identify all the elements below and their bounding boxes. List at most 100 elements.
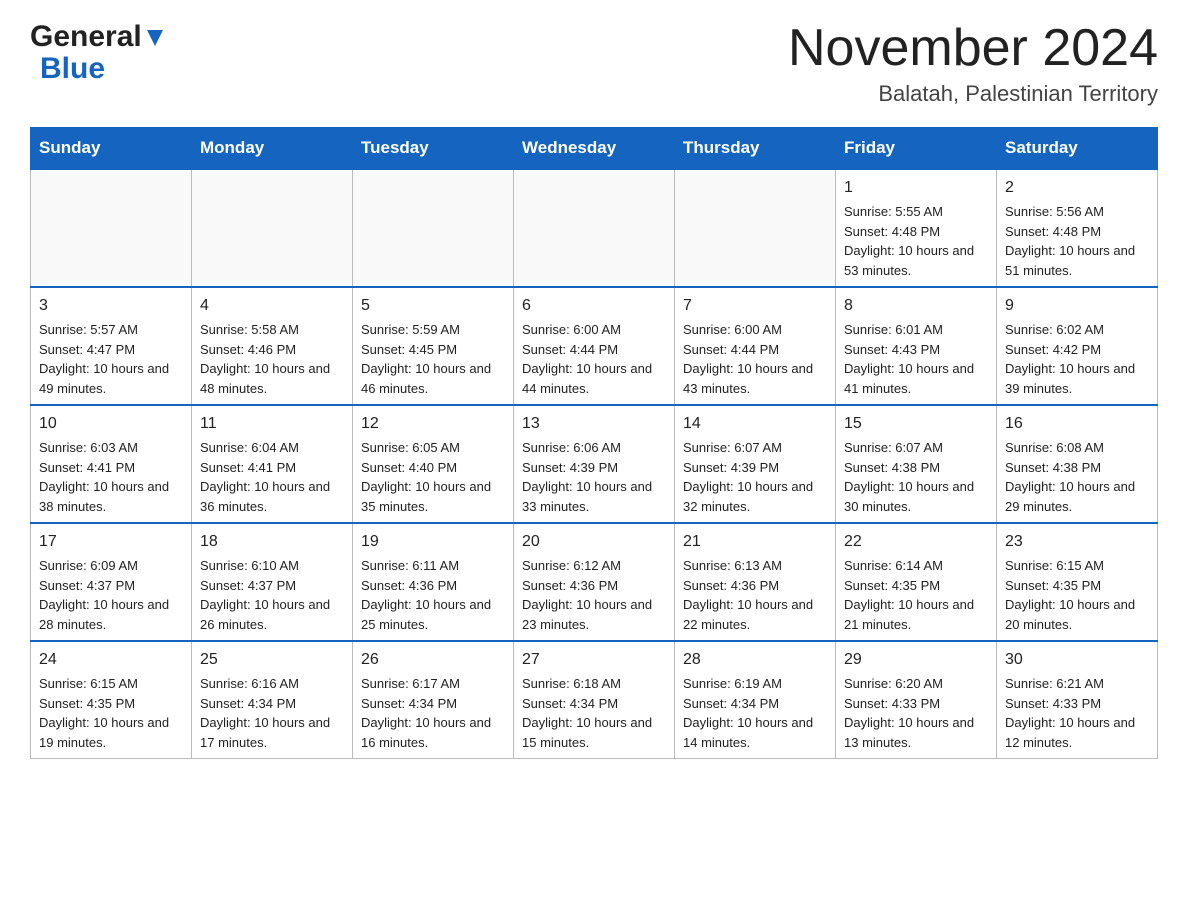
day-number: 11 <box>200 412 344 436</box>
day-info: Sunrise: 6:20 AM Sunset: 4:33 PM Dayligh… <box>844 674 988 752</box>
day-info: Sunrise: 6:04 AM Sunset: 4:41 PM Dayligh… <box>200 438 344 516</box>
day-info: Sunrise: 6:19 AM Sunset: 4:34 PM Dayligh… <box>683 674 827 752</box>
day-number: 2 <box>1005 176 1149 200</box>
calendar-cell: 18Sunrise: 6:10 AM Sunset: 4:37 PM Dayli… <box>192 523 353 641</box>
calendar-table: SundayMondayTuesdayWednesdayThursdayFrid… <box>30 127 1158 759</box>
day-info: Sunrise: 6:06 AM Sunset: 4:39 PM Dayligh… <box>522 438 666 516</box>
day-number: 25 <box>200 648 344 672</box>
calendar-cell: 15Sunrise: 6:07 AM Sunset: 4:38 PM Dayli… <box>836 405 997 523</box>
logo: General Blue <box>30 20 167 86</box>
day-number: 29 <box>844 648 988 672</box>
weekday-header-saturday: Saturday <box>997 128 1158 170</box>
day-info: Sunrise: 6:15 AM Sunset: 4:35 PM Dayligh… <box>39 674 183 752</box>
calendar-cell: 2Sunrise: 5:56 AM Sunset: 4:48 PM Daylig… <box>997 169 1158 287</box>
day-info: Sunrise: 6:10 AM Sunset: 4:37 PM Dayligh… <box>200 556 344 634</box>
day-info: Sunrise: 5:57 AM Sunset: 4:47 PM Dayligh… <box>39 320 183 398</box>
day-info: Sunrise: 6:05 AM Sunset: 4:40 PM Dayligh… <box>361 438 505 516</box>
calendar-cell: 3Sunrise: 5:57 AM Sunset: 4:47 PM Daylig… <box>31 287 192 405</box>
calendar-cell <box>353 169 514 287</box>
day-number: 26 <box>361 648 505 672</box>
day-info: Sunrise: 6:07 AM Sunset: 4:38 PM Dayligh… <box>844 438 988 516</box>
day-number: 15 <box>844 412 988 436</box>
calendar-cell: 6Sunrise: 6:00 AM Sunset: 4:44 PM Daylig… <box>514 287 675 405</box>
calendar-cell: 19Sunrise: 6:11 AM Sunset: 4:36 PM Dayli… <box>353 523 514 641</box>
calendar-cell: 14Sunrise: 6:07 AM Sunset: 4:39 PM Dayli… <box>675 405 836 523</box>
weekday-header-thursday: Thursday <box>675 128 836 170</box>
calendar-cell: 17Sunrise: 6:09 AM Sunset: 4:37 PM Dayli… <box>31 523 192 641</box>
calendar-cell <box>514 169 675 287</box>
calendar-cell: 21Sunrise: 6:13 AM Sunset: 4:36 PM Dayli… <box>675 523 836 641</box>
calendar-cell: 25Sunrise: 6:16 AM Sunset: 4:34 PM Dayli… <box>192 641 353 759</box>
weekday-header-row: SundayMondayTuesdayWednesdayThursdayFrid… <box>31 128 1158 170</box>
day-number: 4 <box>200 294 344 318</box>
day-number: 7 <box>683 294 827 318</box>
calendar-week-row: 3Sunrise: 5:57 AM Sunset: 4:47 PM Daylig… <box>31 287 1158 405</box>
calendar-cell: 8Sunrise: 6:01 AM Sunset: 4:43 PM Daylig… <box>836 287 997 405</box>
day-number: 27 <box>522 648 666 672</box>
calendar-cell: 20Sunrise: 6:12 AM Sunset: 4:36 PM Dayli… <box>514 523 675 641</box>
day-info: Sunrise: 5:55 AM Sunset: 4:48 PM Dayligh… <box>844 202 988 280</box>
day-number: 21 <box>683 530 827 554</box>
calendar-week-row: 10Sunrise: 6:03 AM Sunset: 4:41 PM Dayli… <box>31 405 1158 523</box>
calendar-cell: 1Sunrise: 5:55 AM Sunset: 4:48 PM Daylig… <box>836 169 997 287</box>
calendar-cell: 22Sunrise: 6:14 AM Sunset: 4:35 PM Dayli… <box>836 523 997 641</box>
calendar-cell: 13Sunrise: 6:06 AM Sunset: 4:39 PM Dayli… <box>514 405 675 523</box>
day-info: Sunrise: 6:18 AM Sunset: 4:34 PM Dayligh… <box>522 674 666 752</box>
day-number: 14 <box>683 412 827 436</box>
calendar-week-row: 1Sunrise: 5:55 AM Sunset: 4:48 PM Daylig… <box>31 169 1158 287</box>
day-info: Sunrise: 6:13 AM Sunset: 4:36 PM Dayligh… <box>683 556 827 634</box>
calendar-cell <box>675 169 836 287</box>
day-number: 22 <box>844 530 988 554</box>
calendar-cell: 12Sunrise: 6:05 AM Sunset: 4:40 PM Dayli… <box>353 405 514 523</box>
day-number: 9 <box>1005 294 1149 318</box>
day-number: 20 <box>522 530 666 554</box>
day-info: Sunrise: 6:00 AM Sunset: 4:44 PM Dayligh… <box>683 320 827 398</box>
day-number: 28 <box>683 648 827 672</box>
day-number: 3 <box>39 294 183 318</box>
calendar-cell: 10Sunrise: 6:03 AM Sunset: 4:41 PM Dayli… <box>31 405 192 523</box>
calendar-subtitle: Balatah, Palestinian Territory <box>788 81 1158 107</box>
day-number: 19 <box>361 530 505 554</box>
day-info: Sunrise: 6:00 AM Sunset: 4:44 PM Dayligh… <box>522 320 666 398</box>
weekday-header-wednesday: Wednesday <box>514 128 675 170</box>
day-number: 6 <box>522 294 666 318</box>
day-number: 1 <box>844 176 988 200</box>
weekday-header-monday: Monday <box>192 128 353 170</box>
weekday-header-friday: Friday <box>836 128 997 170</box>
day-number: 30 <box>1005 648 1149 672</box>
calendar-cell: 29Sunrise: 6:20 AM Sunset: 4:33 PM Dayli… <box>836 641 997 759</box>
day-number: 24 <box>39 648 183 672</box>
calendar-cell: 9Sunrise: 6:02 AM Sunset: 4:42 PM Daylig… <box>997 287 1158 405</box>
day-number: 16 <box>1005 412 1149 436</box>
calendar-cell: 16Sunrise: 6:08 AM Sunset: 4:38 PM Dayli… <box>997 405 1158 523</box>
day-number: 13 <box>522 412 666 436</box>
day-number: 12 <box>361 412 505 436</box>
day-info: Sunrise: 5:56 AM Sunset: 4:48 PM Dayligh… <box>1005 202 1149 280</box>
day-info: Sunrise: 6:14 AM Sunset: 4:35 PM Dayligh… <box>844 556 988 634</box>
day-info: Sunrise: 6:03 AM Sunset: 4:41 PM Dayligh… <box>39 438 183 516</box>
calendar-cell: 27Sunrise: 6:18 AM Sunset: 4:34 PM Dayli… <box>514 641 675 759</box>
day-info: Sunrise: 6:12 AM Sunset: 4:36 PM Dayligh… <box>522 556 666 634</box>
calendar-cell: 30Sunrise: 6:21 AM Sunset: 4:33 PM Dayli… <box>997 641 1158 759</box>
day-info: Sunrise: 5:58 AM Sunset: 4:46 PM Dayligh… <box>200 320 344 398</box>
day-info: Sunrise: 6:17 AM Sunset: 4:34 PM Dayligh… <box>361 674 505 752</box>
day-number: 17 <box>39 530 183 554</box>
day-number: 5 <box>361 294 505 318</box>
day-number: 18 <box>200 530 344 554</box>
calendar-header: November 2024 Balatah, Palestinian Terri… <box>788 20 1158 107</box>
calendar-cell: 7Sunrise: 6:00 AM Sunset: 4:44 PM Daylig… <box>675 287 836 405</box>
day-number: 10 <box>39 412 183 436</box>
page-header: General Blue November 2024 Balatah, Pale… <box>30 20 1158 107</box>
day-info: Sunrise: 6:15 AM Sunset: 4:35 PM Dayligh… <box>1005 556 1149 634</box>
logo-blue-text: Blue <box>40 52 105 85</box>
day-info: Sunrise: 6:09 AM Sunset: 4:37 PM Dayligh… <box>39 556 183 634</box>
day-info: Sunrise: 6:01 AM Sunset: 4:43 PM Dayligh… <box>844 320 988 398</box>
logo-general-text: General <box>30 20 142 54</box>
calendar-week-row: 17Sunrise: 6:09 AM Sunset: 4:37 PM Dayli… <box>31 523 1158 641</box>
day-number: 23 <box>1005 530 1149 554</box>
calendar-title: November 2024 <box>788 20 1158 77</box>
calendar-cell: 5Sunrise: 5:59 AM Sunset: 4:45 PM Daylig… <box>353 287 514 405</box>
day-info: Sunrise: 5:59 AM Sunset: 4:45 PM Dayligh… <box>361 320 505 398</box>
logo-arrow-icon <box>145 26 167 53</box>
calendar-cell: 23Sunrise: 6:15 AM Sunset: 4:35 PM Dayli… <box>997 523 1158 641</box>
